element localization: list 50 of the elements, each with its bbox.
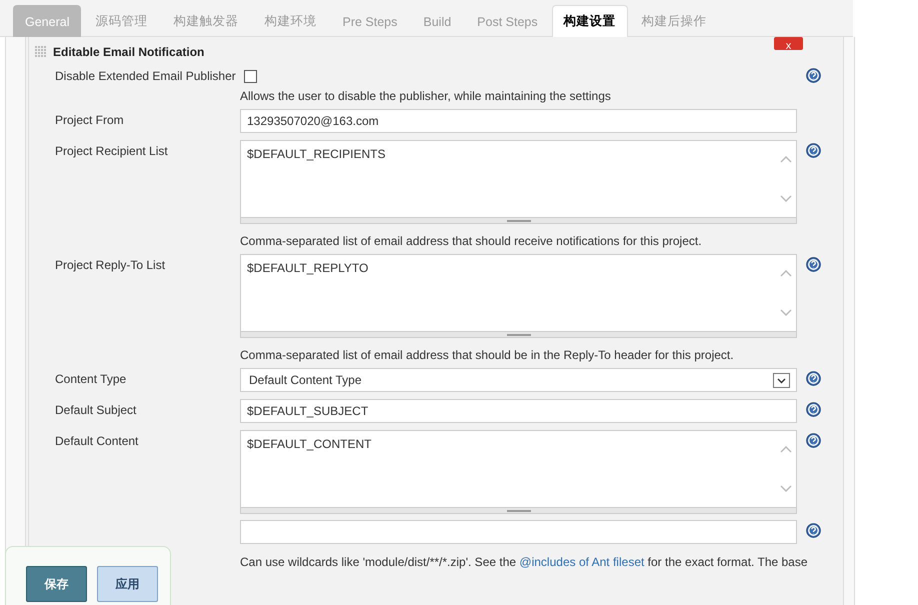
scroll-up-icon[interactable]	[780, 269, 792, 277]
tab[interactable]: 源码管理	[83, 5, 160, 37]
caret-icon	[773, 372, 790, 388]
field-label: Content Type	[55, 371, 128, 386]
field-label: Project Reply-To List	[55, 257, 166, 272]
delete-button[interactable]: x	[774, 37, 803, 50]
checkbox[interactable]	[244, 70, 257, 82]
scroll-down-icon[interactable]	[780, 485, 792, 493]
resize-handle[interactable]	[240, 507, 797, 514]
ant-fileset-link[interactable]: @includes of Ant fileset	[519, 555, 644, 569]
tab[interactable]: Pre Steps	[330, 5, 410, 37]
help-icon[interactable]	[806, 143, 821, 158]
help-icon[interactable]	[806, 523, 821, 538]
help-text: Comma-separated list of email address that should receive notifications for this project.	[240, 233, 703, 250]
tab[interactable]: 构建设置	[552, 5, 628, 37]
field-label: Project Recipient List	[55, 143, 169, 158]
help-icon[interactable]	[806, 68, 821, 83]
help-text: Allows the user to disable the publisher, while maintaining the settings	[240, 88, 612, 105]
help-icon[interactable]	[806, 433, 821, 448]
scroll-up-icon[interactable]	[780, 155, 792, 163]
apply-button[interactable]: 应用	[97, 566, 158, 602]
save-button[interactable]: 保存	[26, 566, 87, 602]
field-label: Default Subject	[55, 402, 138, 417]
section-title: Editable Email Notification	[53, 45, 204, 59]
text-field[interactable]	[240, 520, 797, 544]
resize-handle[interactable]	[240, 331, 797, 338]
drag-handle-icon[interactable]	[35, 46, 47, 58]
text-field[interactable]: 13293507020@163.com	[240, 109, 797, 133]
textarea-field[interactable]: $DEFAULT_RECIPIENTS	[240, 140, 797, 217]
textarea-field[interactable]: $DEFAULT_REPLYTO	[240, 254, 797, 331]
help-text: Can use wildcards like 'module/dist/**/*.zip'. See the @includes of Ant fileset for the exact format. The base	[240, 554, 809, 571]
tab[interactable]: 构建触发器	[161, 5, 250, 37]
tab[interactable]: Build	[411, 5, 464, 37]
scroll-down-icon[interactable]	[780, 309, 792, 317]
help-icon[interactable]	[806, 257, 821, 272]
field-label: Default Content	[55, 433, 140, 448]
resize-handle[interactable]	[240, 217, 797, 224]
tab[interactable]: 构建后操作	[630, 5, 719, 37]
tab[interactable]: 构建环境	[252, 5, 328, 37]
help-icon[interactable]	[806, 371, 821, 386]
scroll-down-icon[interactable]	[780, 195, 792, 203]
help-icon[interactable]	[806, 402, 821, 417]
help-text: Comma-separated list of email address that should be in the Reply-To header for this project.	[240, 347, 735, 364]
field-label: Disable Extended Email Publisher	[55, 69, 236, 83]
text-field[interactable]: $DEFAULT_SUBJECT	[240, 399, 797, 423]
tab[interactable]: Post Steps	[465, 5, 550, 37]
textarea-field[interactable]: $DEFAULT_CONTENT	[240, 430, 797, 507]
field-label: Project From	[55, 112, 125, 127]
content-type-select[interactable]: Default Content Type	[240, 368, 797, 392]
scroll-up-icon[interactable]	[780, 445, 792, 453]
